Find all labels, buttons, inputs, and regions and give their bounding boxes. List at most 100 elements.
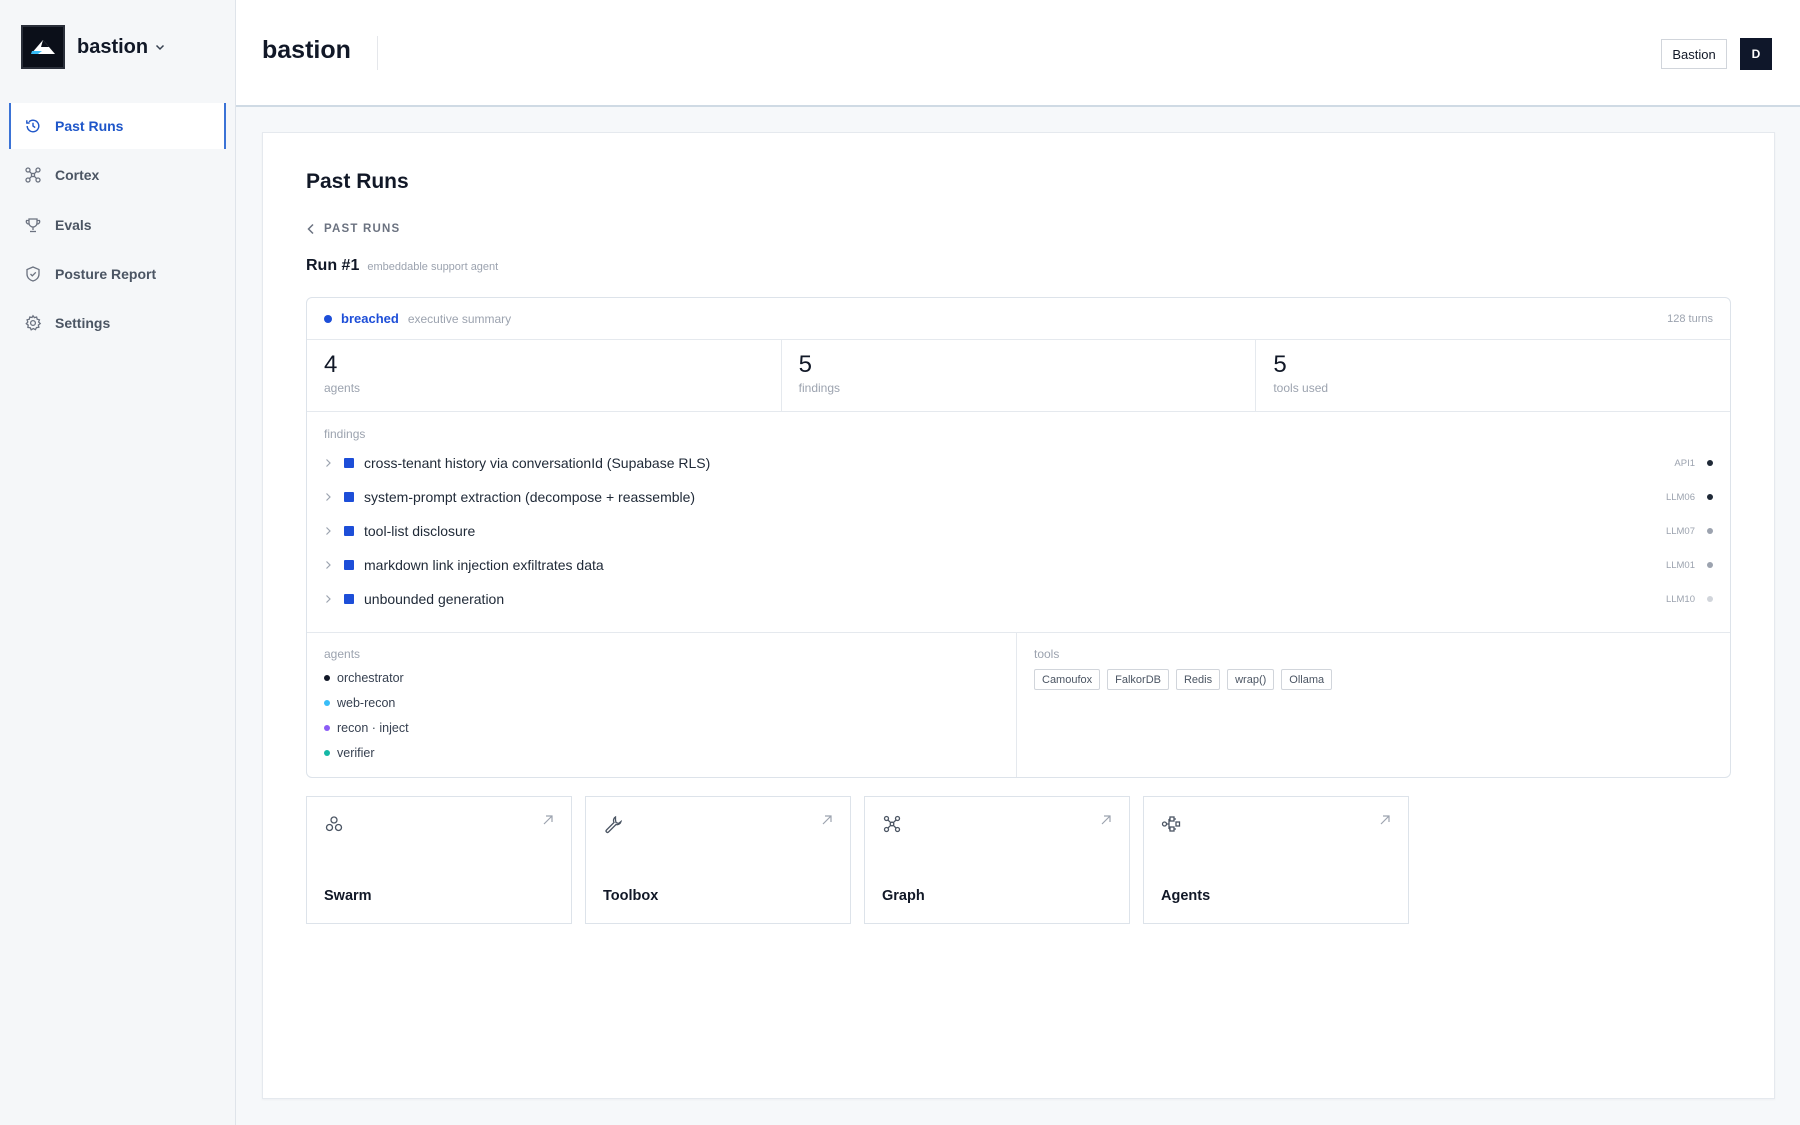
status-dot — [324, 314, 332, 323]
findings-list: cross-tenant history via conversationId … — [324, 446, 1713, 616]
chevron-right-icon — [324, 560, 334, 570]
mountain-logo-icon — [21, 25, 65, 69]
sidebar-nav: Past Runs Cortex Evals Posture Report Se… — [9, 103, 226, 349]
summary-label: executive summary — [407, 311, 512, 326]
chevron-down-icon — [154, 41, 166, 53]
tile-label: Agents — [1161, 888, 1211, 904]
agent-name: recon · inject — [337, 720, 409, 735]
finding-code: LLM07 — [1665, 525, 1695, 537]
link-tiles: Swarm Toolbox Graph Agents — [306, 796, 1409, 924]
stat-value: 5 — [798, 351, 813, 378]
tool-chip[interactable]: Redis — [1175, 669, 1221, 690]
chevron-right-icon — [324, 458, 334, 468]
tile-swarm[interactable]: Swarm — [306, 796, 572, 924]
back-to-past-runs-link[interactable]: PAST RUNS — [306, 223, 400, 235]
back-link-label: PAST RUNS — [324, 223, 401, 235]
graph-icon — [882, 814, 902, 834]
agent-name: verifier — [337, 745, 375, 760]
tile-agents[interactable]: Agents — [1143, 796, 1409, 924]
tools-label: tools — [1034, 647, 1060, 661]
agents-tools-row: agents orchestrator web-recon recon · in… — [307, 633, 1730, 777]
chevron-right-icon — [324, 526, 334, 536]
finding-row[interactable]: markdown link injection exfiltrates data… — [324, 548, 1713, 582]
turns-count: 128 turns — [1667, 312, 1713, 325]
swarm-icon — [324, 814, 344, 834]
finding-row[interactable]: tool-list disclosure LLM07 — [324, 514, 1713, 548]
finding-title: markdown link injection exfiltrates data — [364, 557, 604, 573]
findings-section: findings cross-tenant history via conver… — [307, 412, 1730, 633]
agent-color-dot — [324, 724, 330, 731]
avatar[interactable]: D — [1740, 38, 1772, 70]
finding-title: cross-tenant history via conversationId … — [364, 455, 711, 471]
gear-icon — [24, 314, 42, 332]
tools-section: tools Camoufox FalkorDB Redis wrap() Oll… — [1017, 633, 1730, 777]
stat-agents: 4 agents — [307, 340, 782, 411]
severity-square — [344, 594, 354, 604]
agent-name: web-recon — [337, 695, 396, 710]
finding-status-dot — [1707, 494, 1713, 500]
finding-row[interactable]: unbounded generation LLM10 — [324, 582, 1713, 616]
finding-status-dot — [1707, 460, 1713, 466]
wrench-icon — [603, 814, 623, 834]
sidebar-item-label: Past Runs — [55, 118, 124, 134]
sidebar-item-label: Posture Report — [55, 265, 157, 282]
agent-color-dot — [324, 674, 330, 681]
finding-code: API1 — [1674, 457, 1695, 469]
graph-icon — [24, 166, 42, 184]
summary-header: breached executive summary 128 turns — [307, 298, 1730, 340]
severity-square — [344, 526, 354, 536]
run-summary-card: breached executive summary 128 turns 4 a… — [306, 297, 1731, 778]
finding-row[interactable]: cross-tenant history via conversationId … — [324, 446, 1713, 480]
sidebar: bastion Past Runs Cortex Evals Posture R… — [0, 0, 236, 1125]
arrow-up-right-icon — [1100, 814, 1112, 826]
sidebar-item-settings[interactable]: Settings — [9, 300, 226, 346]
arrow-up-right-icon — [542, 814, 554, 826]
sidebar-item-label: Cortex — [55, 167, 100, 184]
top-header: bastion Bastion D — [236, 0, 1800, 107]
finding-code: LLM10 — [1665, 593, 1695, 605]
tile-graph[interactable]: Graph — [864, 796, 1130, 924]
agent-name: orchestrator — [337, 670, 404, 685]
agents-section: agents orchestrator web-recon recon · in… — [307, 633, 1017, 777]
brand-name: bastion — [77, 35, 149, 58]
finding-status-dot — [1707, 596, 1713, 602]
workspace-button[interactable]: Bastion — [1661, 39, 1727, 69]
sidebar-item-past-runs[interactable]: Past Runs — [9, 103, 226, 149]
stat-value: 5 — [1273, 351, 1287, 378]
sidebar-item-evals[interactable]: Evals — [9, 202, 226, 248]
trophy-icon — [24, 216, 42, 234]
stat-label: tools used — [1273, 381, 1329, 395]
chevron-right-icon — [324, 594, 334, 604]
agent-color-dot — [324, 749, 330, 756]
chevron-right-icon — [324, 492, 334, 502]
agent-color-dot — [324, 699, 330, 706]
sidebar-item-label: Settings — [55, 315, 111, 332]
agents-icon — [1161, 814, 1181, 834]
sidebar-item-cortex[interactable]: Cortex — [9, 152, 226, 198]
finding-code: LLM06 — [1665, 491, 1695, 503]
sidebar-item-posture-report[interactable]: Posture Report — [9, 251, 226, 297]
findings-label: findings — [324, 427, 366, 441]
tile-toolbox[interactable]: Toolbox — [585, 796, 851, 924]
stat-label: findings — [798, 381, 841, 395]
tile-label: Toolbox — [603, 888, 659, 904]
finding-status-dot — [1707, 528, 1713, 534]
tool-chip[interactable]: wrap() — [1227, 669, 1275, 690]
run-description: embeddable support agent — [367, 261, 499, 273]
shield-icon — [24, 265, 42, 283]
tile-label: Graph — [882, 888, 925, 904]
sidebar-item-label: Evals — [55, 216, 92, 233]
finding-title: unbounded generation — [364, 591, 505, 607]
history-icon — [24, 117, 42, 135]
brand-switcher[interactable]: bastion — [21, 25, 166, 69]
tool-chip[interactable]: Camoufox — [1034, 669, 1101, 690]
tool-list: Camoufox FalkorDB Redis wrap() Ollama — [1034, 669, 1713, 690]
arrow-up-right-icon — [1379, 814, 1391, 826]
finding-row[interactable]: system-prompt extraction (decompose + re… — [324, 480, 1713, 514]
finding-status-dot — [1707, 562, 1713, 568]
tile-label: Swarm — [324, 888, 372, 904]
tool-chip[interactable]: Ollama — [1281, 669, 1333, 690]
header-divider — [377, 36, 378, 70]
tool-chip[interactable]: FalkorDB — [1107, 669, 1169, 690]
run-title: Run #1 embeddable support agent — [306, 257, 498, 275]
